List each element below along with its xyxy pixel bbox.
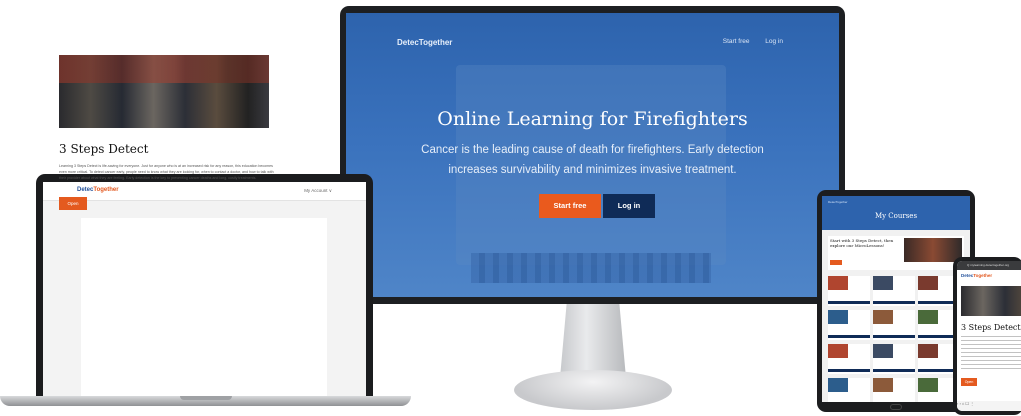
tablet-screen: DetecTogether My Courses Start with 3 St… (822, 196, 970, 402)
laptop-notch (180, 396, 232, 400)
desktop-monitor: DetecTogether Start free Log in Online L… (340, 6, 845, 304)
course-tile-image (873, 276, 893, 290)
course-tile-button[interactable] (828, 335, 870, 338)
background-keyboard-image (471, 253, 711, 283)
course-tile-image (873, 310, 893, 324)
laptop-screen: DetecTogether My Account ∨ (43, 182, 366, 396)
course-tile-image (873, 378, 893, 392)
course-card (81, 218, 327, 396)
open-course-button[interactable]: Open (59, 197, 87, 210)
home-button[interactable] (890, 404, 902, 410)
course-tile[interactable] (873, 276, 915, 306)
course-tile-image (828, 344, 848, 358)
course-grid (828, 276, 964, 402)
course-tile-image (918, 310, 938, 324)
featured-course-image (904, 238, 962, 262)
tablet-page-title: My Courses (874, 212, 918, 220)
site-logo[interactable]: DetecTogether (397, 38, 452, 47)
laptop-logo[interactable]: DetecTogether (77, 187, 119, 193)
laptop-header: DetecTogether My Account ∨ (43, 182, 366, 201)
monitor-stand-neck (560, 304, 626, 378)
phone-course-title: 3 Steps Detect (961, 323, 1021, 332)
top-nav: Start free Log in (709, 38, 783, 45)
featured-course[interactable]: Start with 3 Steps Detect, then explore … (828, 236, 964, 270)
phone: Q mylearning.detectogether.org DetecToge… (953, 257, 1021, 415)
my-account-menu[interactable]: My Account ∨ (304, 188, 332, 194)
course-description: Learning 3 Steps Detect is life-saving f… (59, 164, 274, 180)
tablet-brand[interactable]: DetecTogether (828, 200, 848, 204)
featured-course-title: Start with 3 Steps Detect, then explore … (830, 238, 894, 248)
phone-url-bar[interactable]: Q mylearning.detectogether.org (957, 261, 1021, 270)
monitor-stand-base (514, 370, 672, 410)
course-tile[interactable] (828, 344, 870, 374)
nav-start-free-link[interactable]: Start free (723, 38, 750, 45)
log-in-button[interactable]: Log in (603, 194, 655, 218)
tablet: DetecTogether My Courses Start with 3 St… (817, 190, 975, 412)
phone-firefighters-photo (961, 286, 1021, 316)
desktop-screen: DetecTogether Start free Log in Online L… (346, 13, 839, 297)
course-tile[interactable] (873, 344, 915, 374)
course-tile-image (828, 310, 848, 324)
course-tile-button[interactable] (828, 301, 870, 304)
course-tile-image (918, 378, 938, 392)
course-tile-button[interactable] (873, 335, 915, 338)
course-tile-image (918, 344, 938, 358)
phone-open-button[interactable]: Open (961, 378, 977, 386)
hero-subtitle: Cancer is the leading cause of death for… (421, 144, 764, 176)
start-free-button[interactable]: Start free (539, 194, 601, 218)
course-tile-image (828, 276, 848, 290)
course-tile[interactable] (828, 310, 870, 340)
featured-course-button[interactable] (830, 260, 842, 265)
phone-browser-nav[interactable]: ‹ › ⌂ ☐ ⋮ (957, 401, 1021, 411)
firefighters-photo (59, 55, 269, 128)
course-tile-image (828, 378, 848, 392)
course-tile[interactable] (828, 276, 870, 306)
course-tile-button[interactable] (873, 369, 915, 372)
tablet-header: DetecTogether My Courses (822, 196, 970, 230)
course-tile-image (873, 344, 893, 358)
hero-title: Online Learning for Firefighters (437, 108, 748, 130)
course-tile[interactable] (873, 378, 915, 402)
course-tile[interactable] (828, 378, 870, 402)
phone-course-text (961, 336, 1021, 371)
phone-logo[interactable]: DetecTogether (961, 273, 992, 278)
course-tile-button[interactable] (828, 369, 870, 372)
course-tile-image (918, 276, 938, 290)
course-tile[interactable] (873, 310, 915, 340)
course-title: 3 Steps Detect (59, 142, 149, 156)
phone-screen: Q mylearning.detectogether.org DetecToge… (957, 261, 1021, 411)
course-tile-button[interactable] (873, 301, 915, 304)
nav-log-in-link[interactable]: Log in (765, 38, 783, 45)
